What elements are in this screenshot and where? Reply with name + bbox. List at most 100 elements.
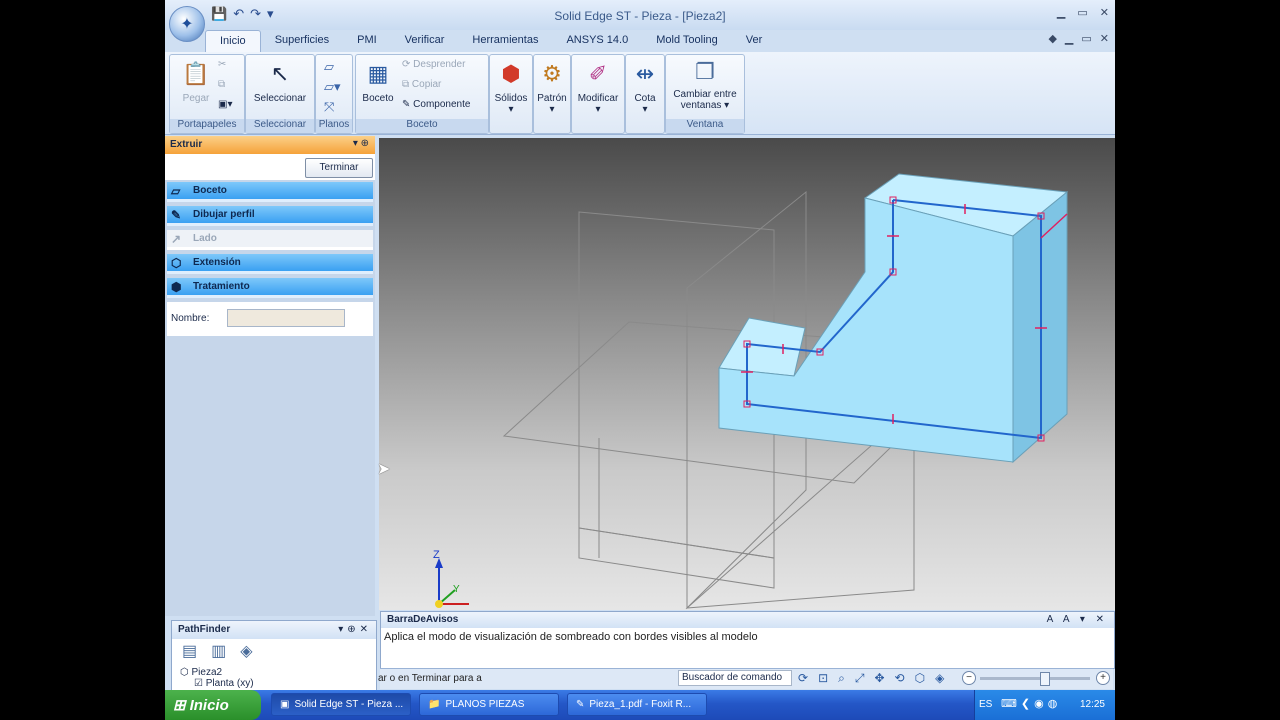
minimize-button[interactable]: ▁	[1057, 6, 1065, 19]
paste-special-icon[interactable]: ▣▾	[218, 99, 232, 110]
dimension-icon: ⇹	[635, 61, 655, 86]
panel-pin-icon[interactable]: ▾ ⊕	[353, 138, 369, 149]
finish-button[interactable]: Terminar	[305, 158, 373, 178]
shading-icon[interactable]: ◈	[935, 671, 944, 686]
start-button[interactable]: ⊞ Inicio	[165, 690, 261, 720]
language-indicator[interactable]: ES	[979, 699, 992, 710]
folder-icon: 📁	[428, 699, 441, 710]
name-label: Nombre:	[171, 313, 210, 324]
sketch-button[interactable]: ▦ Boceto	[358, 59, 398, 104]
detach-button[interactable]: ⟳ Desprender	[402, 59, 465, 70]
modify-icon: ✐	[588, 61, 608, 86]
pointer-icon: ↖	[270, 61, 290, 86]
group-label-planos: Planos	[316, 119, 352, 133]
side-step-icon: ↗	[171, 232, 182, 246]
command-finder-input[interactable]: Buscador de comando	[678, 670, 792, 686]
network-icon[interactable]: ◍	[1048, 697, 1058, 710]
zoom-in-button[interactable]: +	[1096, 671, 1110, 685]
zoom-area-icon[interactable]: ⊡	[818, 671, 828, 686]
solids-icon: ⬢	[501, 61, 521, 86]
notice-text: Aplica el modo de visualización de sombr…	[384, 631, 758, 643]
step-dibujar-perfil[interactable]: ✎ Dibujar perfil	[167, 206, 373, 226]
treatment-step-icon: ⬢	[171, 280, 182, 294]
security-icon[interactable]: ◉	[1034, 697, 1044, 710]
tab-herramientas[interactable]: Herramientas	[458, 30, 552, 52]
fit-icon[interactable]: ⤢	[855, 671, 865, 686]
select-button[interactable]: ↖ Seleccionar	[250, 59, 310, 104]
taskbar-item-folder[interactable]: 📁 PLANOS PIEZAS	[419, 693, 559, 716]
step-boceto[interactable]: ▱ Boceto	[167, 182, 373, 202]
filter-icon[interactable]: ◈	[240, 641, 252, 665]
modify-button[interactable]: ✐ Modificar ▾	[574, 59, 622, 115]
plane-options-icon[interactable]: ▱▾	[324, 79, 341, 95]
system-tray: ES ⌨ ❮ ◉ ◍ 12:25	[974, 690, 1115, 720]
maximize-button[interactable]: ▭	[1077, 6, 1087, 19]
tree-item-plane[interactable]: ☑ Planta (xy)	[172, 678, 376, 689]
plane-icon[interactable]: ▱	[324, 59, 334, 75]
tab-ansys[interactable]: ANSYS 14.0	[552, 30, 642, 52]
copy-icon[interactable]: ⧉	[218, 79, 225, 90]
view-tools: ⟳ ⊡ ⌕ ⤢ ✥ ⟲ ⬡ ◈	[798, 671, 944, 686]
y-axis-label: Y	[453, 584, 460, 595]
taskbar-item-foxit[interactable]: ✎ Pieza_1.pdf - Foxit R...	[567, 693, 707, 716]
zoom-slider-knob[interactable]	[1040, 672, 1050, 686]
tab-verificar[interactable]: Verificar	[391, 30, 459, 52]
zoom-slider-track[interactable]	[980, 677, 1090, 680]
refresh-icon[interactable]: ⟳	[798, 671, 808, 686]
pdf-icon: ✎	[576, 699, 585, 710]
pattern-button[interactable]: ⚙ Patrón ▾	[534, 59, 570, 115]
tab-inicio[interactable]: Inicio	[205, 30, 261, 53]
tab-mold-tooling[interactable]: Mold Tooling	[642, 30, 732, 52]
graphics-viewport[interactable]: Z Y	[379, 138, 1115, 610]
extent-step-icon: ⬡	[171, 256, 182, 270]
title-bar: 💾 ↶ ↷ ▾ Solid Edge ST - Pieza - [Pieza2]…	[165, 0, 1115, 30]
component-button[interactable]: ✎ Componente	[402, 99, 470, 110]
sketch-icon: ▦	[367, 61, 389, 86]
dimension-button[interactable]: ⇹ Cota ▾	[628, 59, 662, 115]
doc-maximize-button[interactable]: ▭	[1081, 32, 1091, 45]
notice-controls[interactable]: A A ▾ ✕	[1047, 614, 1108, 625]
assembly-icon[interactable]: ▤	[182, 641, 197, 665]
step-lado[interactable]: ↗ Lado	[167, 230, 373, 250]
step-extension[interactable]: ⬡ Extensión	[167, 254, 373, 274]
copy-sketch-button[interactable]: ⧉ Copiar	[402, 79, 441, 90]
solids-button[interactable]: ⬢ Sólidos ▾	[492, 59, 530, 115]
window-controls: ▁ ▭ ✕	[1057, 6, 1109, 19]
name-input[interactable]	[227, 309, 345, 327]
application-button[interactable]: ✦	[169, 6, 205, 42]
cut-icon[interactable]: ✂	[218, 59, 226, 70]
view-orient-icon[interactable]: ⬡	[915, 671, 925, 686]
paste-button[interactable]: 📋 Pegar	[178, 59, 214, 104]
pathfinder-controls[interactable]: ▾⊕✕	[338, 624, 372, 635]
doc-close-button[interactable]: ✕	[1100, 32, 1109, 45]
group-label-portapapeles: Portapapeles	[170, 119, 244, 133]
group-boceto: ▦ Boceto ⟳ Desprender ⧉ Copiar ✎ Compone…	[355, 54, 489, 134]
switch-windows-button[interactable]: ❐ Cambiar entre ventanas ▾	[668, 59, 742, 111]
tree-item-part[interactable]: ⬡ Pieza2	[172, 667, 376, 678]
taskbar-item-solid-edge[interactable]: ▣ Solid Edge ST - Pieza ...	[271, 693, 411, 716]
tab-superficies[interactable]: Superficies	[261, 30, 343, 52]
zoom-icon[interactable]: ⌕	[838, 671, 845, 686]
model-view: Z Y	[433, 173, 1069, 610]
pan-icon[interactable]: ✥	[874, 671, 884, 686]
zoom-out-button[interactable]: −	[962, 671, 976, 685]
extrude-command-panel: Extruir ▾ ⊕ Terminar ▱ Boceto ✎ Dibujar pe…	[165, 136, 375, 616]
rotate-icon[interactable]: ⟲	[895, 671, 905, 686]
pathfinder-title: PathFinder	[178, 624, 231, 635]
tab-pmi[interactable]: PMI	[343, 30, 391, 52]
back-icon[interactable]: ❮	[1021, 697, 1030, 710]
ribbon: 📋 Pegar ✂ ⧉ ▣▾ Portapapeles ↖ Selecciona…	[165, 52, 1115, 135]
keyboard-icon[interactable]: ⌨	[1001, 697, 1017, 710]
close-button[interactable]: ✕	[1100, 6, 1109, 19]
doc-minimize-button[interactable]: ▁	[1065, 32, 1073, 45]
tab-ver[interactable]: Ver	[732, 30, 777, 52]
group-solidos: ⬢ Sólidos ▾	[489, 54, 533, 134]
pattern-icon: ⚙	[542, 61, 562, 86]
tree-view-icon[interactable]: ▥	[211, 641, 226, 665]
help-icon[interactable]: ◆	[1048, 32, 1056, 45]
paste-icon: 📋	[182, 61, 210, 86]
step-tratamiento[interactable]: ⬢ Tratamiento	[167, 278, 373, 298]
solid-edge-icon: ▣	[280, 699, 290, 710]
coordinate-system-icon[interactable]: ⤧	[324, 99, 334, 115]
group-cota: ⇹ Cota ▾	[625, 54, 665, 134]
